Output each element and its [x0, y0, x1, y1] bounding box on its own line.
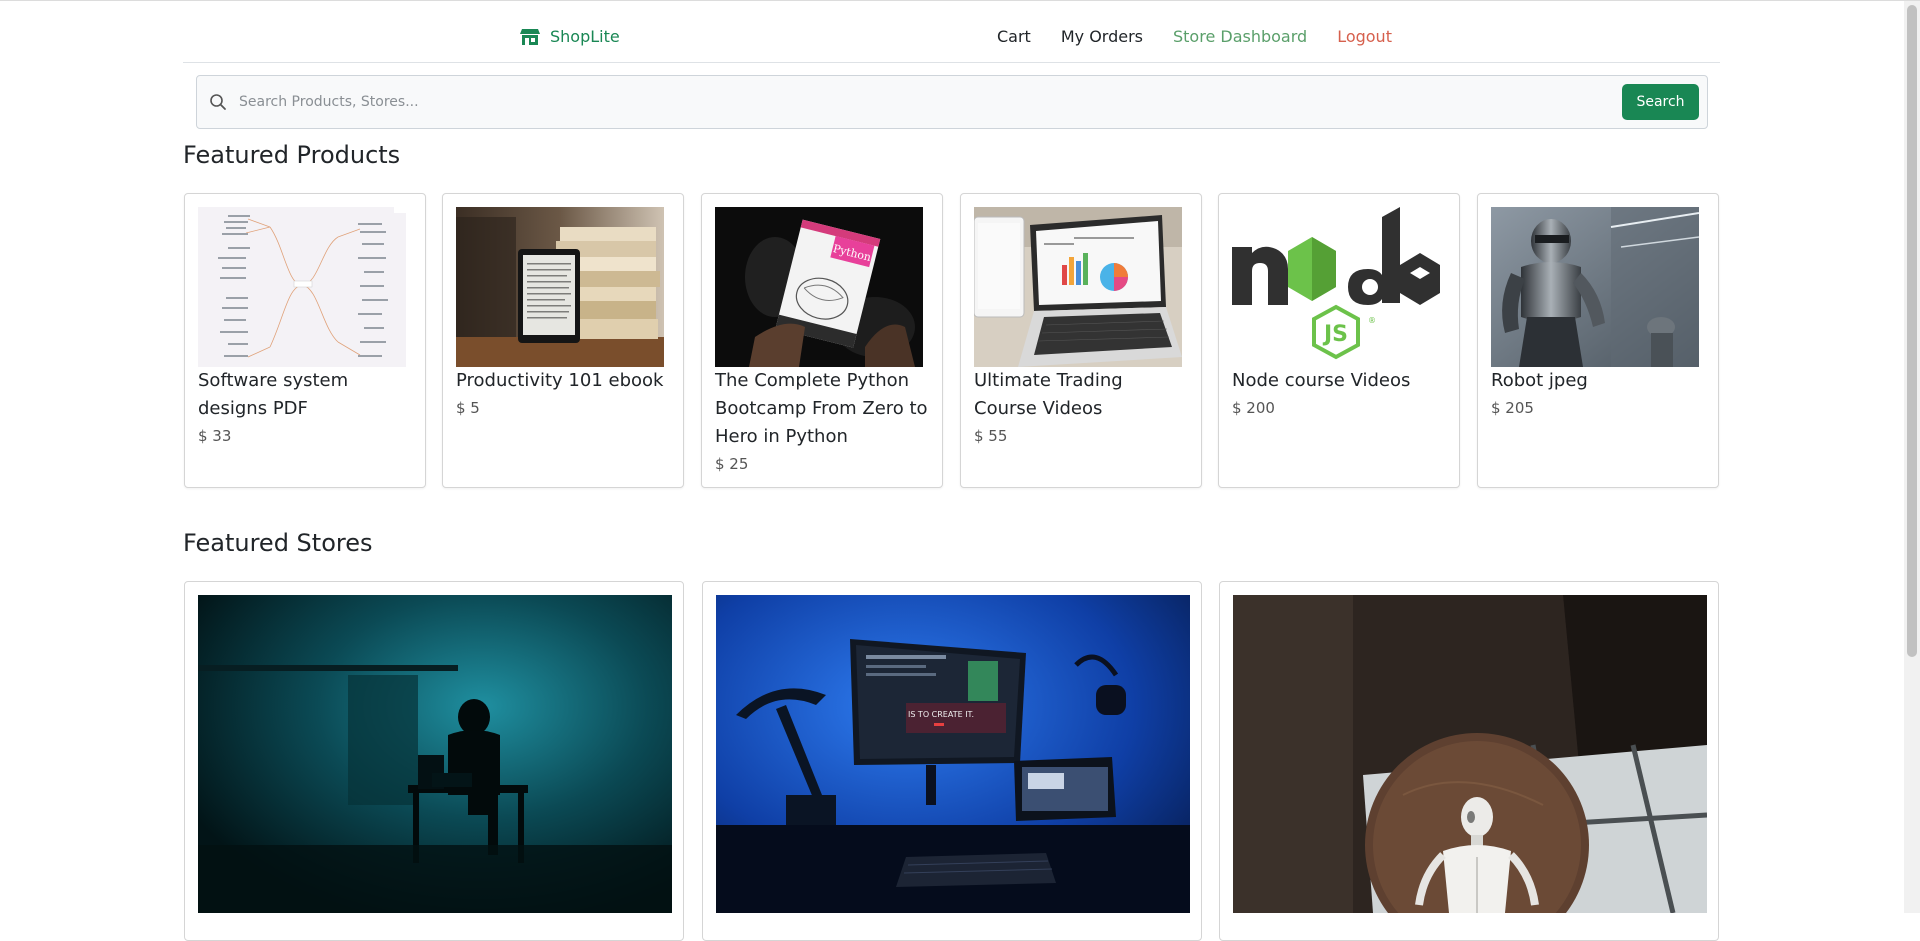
search-bar: Search — [196, 75, 1708, 129]
nav-cart-link[interactable]: Cart — [997, 27, 1031, 46]
product-card[interactable]: Productivity 101 ebook $ 5 — [442, 193, 684, 488]
search-input[interactable] — [237, 85, 1387, 119]
search-icon — [210, 94, 226, 110]
product-name[interactable]: Ultimate Trading Course Videos $ 55 — [974, 367, 1189, 448]
product-name[interactable]: Productivity 101 ebook $ 5 — [456, 367, 671, 420]
product-price: $ 25 — [715, 455, 749, 473]
svg-text:JS: JS — [1322, 322, 1348, 347]
svg-text:IS TO CREATE IT.: IS TO CREATE IT. — [908, 710, 974, 719]
robot-image[interactable] — [1491, 207, 1699, 367]
android-figure-image[interactable] — [1233, 595, 1707, 913]
hacker-dark-room-image[interactable] — [198, 595, 672, 913]
mind-map-image[interactable] — [198, 207, 406, 367]
page-scrollbar[interactable] — [1904, 1, 1920, 913]
brand-logo-link[interactable]: ShopLite — [520, 27, 620, 46]
featured-stores-grid: IS TO CREATE IT. — [184, 581, 1720, 941]
svg-text:®: ® — [1368, 316, 1376, 325]
product-price: $ 55 — [974, 427, 1008, 445]
product-price: $ 205 — [1491, 399, 1534, 417]
product-card[interactable]: Software system designs PDF $ 33 — [184, 193, 426, 488]
product-card[interactable]: JS ® Node course Videos $ 200 — [1218, 193, 1460, 488]
product-name[interactable]: Software system designs PDF $ 33 — [198, 367, 413, 448]
laptop-charts-image[interactable] — [974, 207, 1182, 367]
nav-my-orders-link[interactable]: My Orders — [1061, 27, 1143, 46]
product-card[interactable]: Robot jpeg $ 205 — [1477, 193, 1719, 488]
search-button[interactable]: Search — [1622, 84, 1699, 120]
product-price: $ 33 — [198, 427, 232, 445]
navbar: ShopLite Cart My Orders Store Dashboard … — [183, 1, 1720, 63]
blue-desk-setup-image[interactable]: IS TO CREATE IT. — [716, 595, 1190, 913]
product-card[interactable]: Python The Complete Python Bootcamp From… — [701, 193, 943, 488]
product-name[interactable]: Node course Videos $ 200 — [1232, 367, 1447, 420]
store-card[interactable] — [1219, 581, 1719, 941]
store-card[interactable]: IS TO CREATE IT. — [702, 581, 1202, 941]
scrollbar-thumb[interactable] — [1907, 5, 1917, 657]
product-name[interactable]: The Complete Python Bootcamp From Zero t… — [715, 367, 930, 476]
product-price: $ 200 — [1232, 399, 1275, 417]
featured-stores-heading: Featured Stores — [183, 529, 373, 557]
featured-products-heading: Featured Products — [183, 141, 401, 169]
product-price: $ 5 — [456, 399, 480, 417]
store-icon — [520, 28, 540, 45]
nav-logout-link[interactable]: Logout — [1337, 27, 1392, 46]
nav-store-dashboard-link[interactable]: Store Dashboard — [1173, 27, 1307, 46]
nav-links: Cart My Orders Store Dashboard Logout — [997, 27, 1392, 46]
python-book-image[interactable]: Python — [715, 207, 923, 367]
brand-name: ShopLite — [550, 27, 620, 46]
featured-products-grid: Software system designs PDF $ 33 Product… — [184, 193, 1720, 489]
product-name[interactable]: Robot jpeg $ 205 — [1491, 367, 1706, 420]
product-card[interactable]: Ultimate Trading Course Videos $ 55 — [960, 193, 1202, 488]
nodejs-logo-image[interactable]: JS ® — [1232, 207, 1440, 367]
ebook-books-image[interactable] — [456, 207, 664, 367]
store-card[interactable] — [184, 581, 684, 941]
